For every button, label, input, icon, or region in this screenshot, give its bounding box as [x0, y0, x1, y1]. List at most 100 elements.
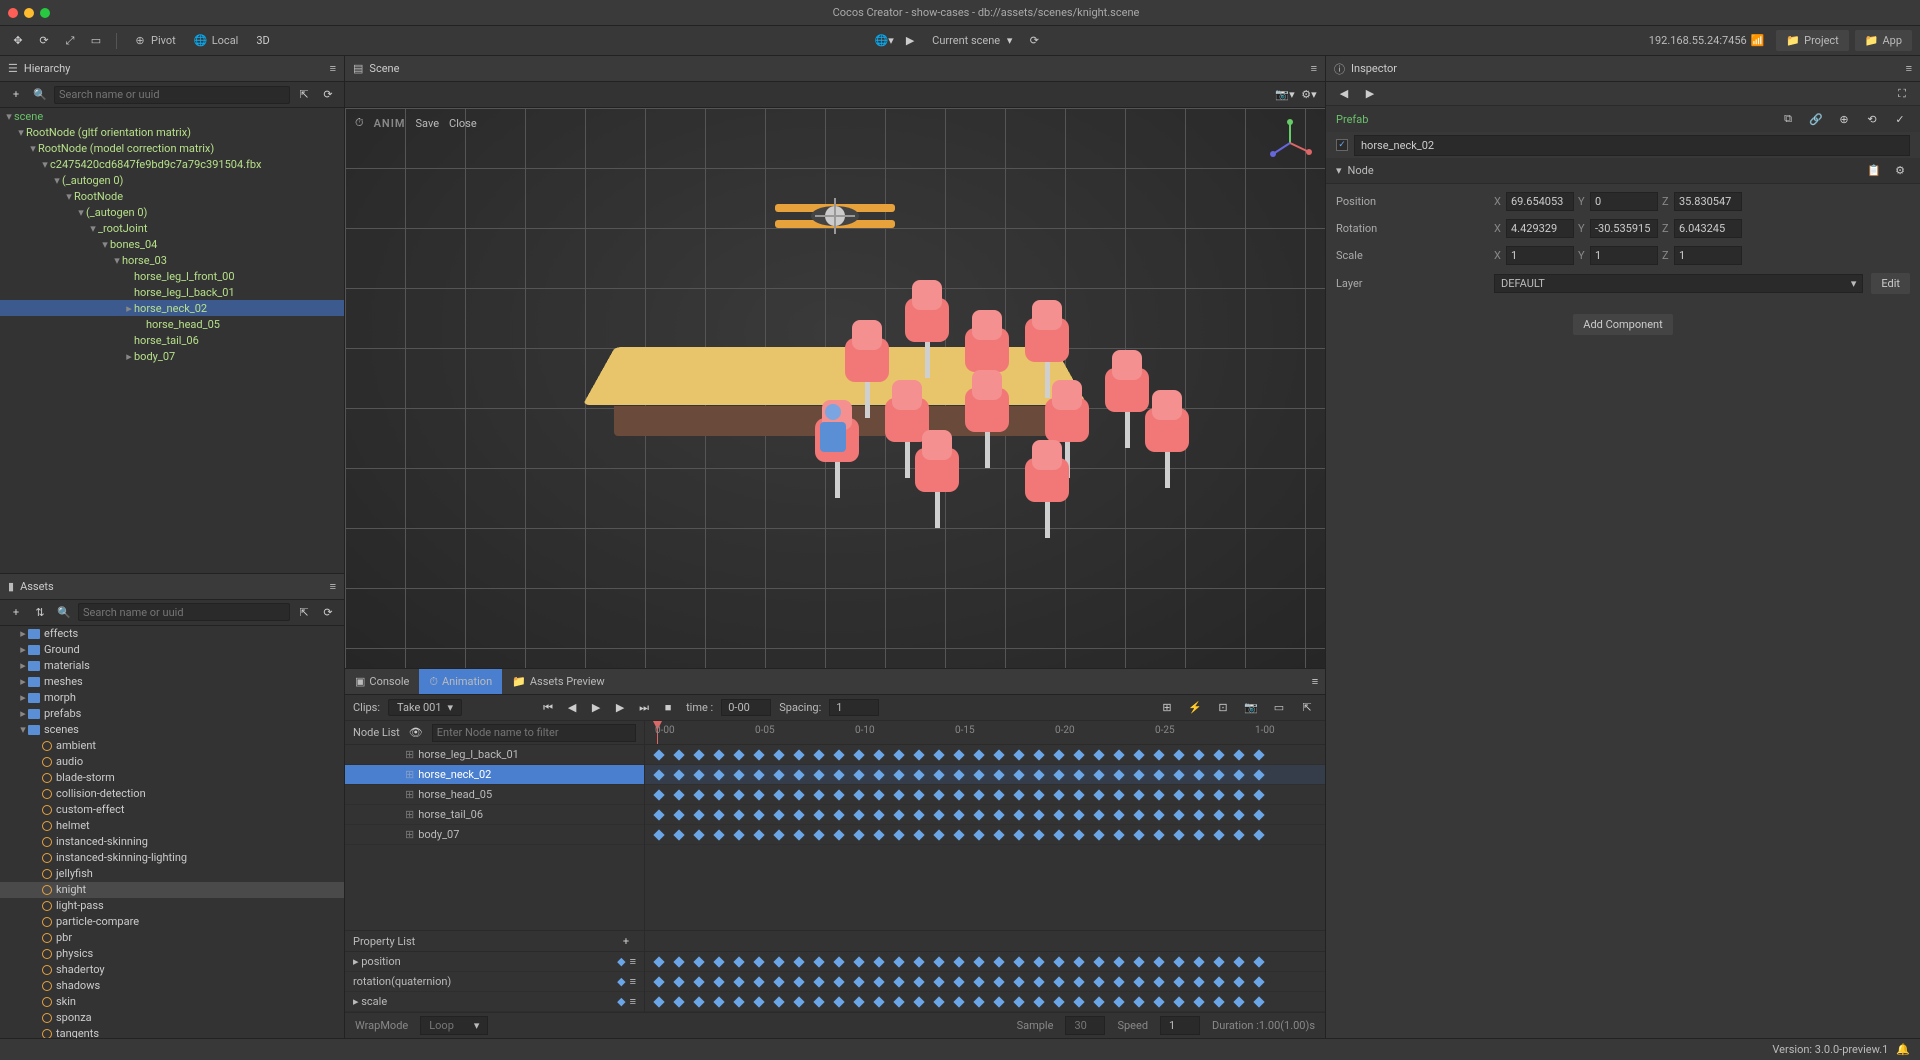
panel-menu-icon[interactable]: ≡ [1305, 672, 1325, 692]
rotation-y-input[interactable] [1590, 219, 1658, 238]
hierarchy-item[interactable]: ▾RootNode (gltf orientation matrix) [0, 124, 344, 140]
skip-start-icon[interactable]: ⏮ [538, 698, 558, 718]
asset-item[interactable]: helmet [0, 818, 344, 834]
camera-icon[interactable]: 📷 [1241, 698, 1261, 718]
refresh-icon[interactable]: ⟳ [318, 85, 338, 105]
anim-save-button[interactable]: Save [416, 117, 440, 130]
expand-icon[interactable]: ⛶ [1892, 84, 1912, 104]
panel-menu-icon[interactable]: ≡ [330, 580, 336, 593]
keyframe-area[interactable] [645, 745, 1325, 930]
scale-z-input[interactable] [1674, 246, 1742, 265]
gear-icon[interactable]: ⚙▾ [1299, 85, 1319, 105]
tab-animation[interactable]: ⏱Animation [419, 669, 502, 694]
collapse-all-icon[interactable]: ⇱ [294, 602, 314, 622]
rotation-x-input[interactable] [1506, 219, 1574, 238]
position-x-input[interactable] [1506, 192, 1574, 211]
layer-selector[interactable]: DEFAULT▾ [1494, 274, 1863, 293]
anim-prop-row[interactable]: ▸ scale◆≡ [345, 992, 644, 1012]
hierarchy-item[interactable]: ▾(_autogen 0) [0, 204, 344, 220]
asset-item[interactable]: pbr [0, 930, 344, 946]
asset-item[interactable]: collision-detection [0, 786, 344, 802]
hierarchy-item[interactable]: ▾RootNode (model correction matrix) [0, 140, 344, 156]
sort-icon[interactable]: ⇅ [30, 602, 50, 622]
search-icon[interactable]: 🔍 [54, 602, 74, 622]
gear-icon[interactable]: ⚙ [1890, 161, 1910, 181]
anim-prop-row[interactable]: rotation(quaternion)◆≡ [345, 972, 644, 992]
tab-assets-preview[interactable]: 📁Assets Preview [502, 669, 615, 694]
asset-item[interactable]: ▾scenes [0, 722, 344, 738]
preview-target-dropdown[interactable]: 🌐▾ [874, 31, 894, 51]
wrapmode-selector[interactable]: Loop▾ [420, 1016, 488, 1035]
add-component-button[interactable]: Add Component [1573, 314, 1672, 335]
refresh-icon[interactable]: ⟳ [318, 602, 338, 622]
asset-item[interactable]: blade-storm [0, 770, 344, 786]
timeline-ruler[interactable]: 0-000-050-100-150-200-251-00 [645, 721, 1325, 745]
assets-tree[interactable]: ▸effects▸Ground▸materials▸meshes▸morph▸p… [0, 626, 344, 1039]
eye-icon[interactable]: 👁 [406, 723, 426, 743]
search-icon[interactable]: 🔍 [30, 85, 50, 105]
time-input[interactable]: 0-00 [721, 699, 771, 716]
asset-item[interactable]: ▸materials [0, 658, 344, 674]
hierarchy-item[interactable]: ▾bones_04 [0, 236, 344, 252]
play-icon[interactable]: ▶ [586, 698, 606, 718]
asset-item[interactable]: ▸Ground [0, 642, 344, 658]
spacing-input[interactable]: 1 [829, 699, 879, 716]
clip-selector[interactable]: Take 001▾ [388, 699, 462, 716]
hierarchy-item[interactable]: horse_head_05 [0, 316, 344, 332]
record-icon[interactable]: ▭ [1269, 698, 1289, 718]
hierarchy-item[interactable]: ▾_rootJoint [0, 220, 344, 236]
panel-menu-icon[interactable]: ≡ [330, 62, 336, 75]
add-node-button[interactable]: + [6, 85, 26, 105]
move-tool-icon[interactable]: ✥ [8, 31, 28, 51]
skip-end-icon[interactable]: ⏭ [634, 698, 654, 718]
anim-close-button[interactable]: Close [449, 117, 477, 130]
next-frame-icon[interactable]: ▶ [610, 698, 630, 718]
edit-layers-button[interactable]: Edit [1871, 273, 1910, 294]
speed-input[interactable]: 1 [1160, 1016, 1200, 1035]
asset-item[interactable]: tangents [0, 1026, 344, 1039]
panel-menu-icon[interactable]: ≡ [1906, 62, 1912, 75]
hierarchy-item[interactable]: ▾scene [0, 108, 344, 124]
hierarchy-search-input[interactable] [54, 86, 290, 104]
asset-item[interactable]: ▸morph [0, 690, 344, 706]
grid-icon[interactable]: ⊞ [1157, 698, 1177, 718]
asset-item[interactable]: ▸meshes [0, 674, 344, 690]
view-gizmo[interactable] [1265, 118, 1315, 168]
hierarchy-tree[interactable]: ▾scene▾RootNode (gltf orientation matrix… [0, 108, 344, 573]
locate-icon[interactable]: ⊕ [1834, 109, 1854, 129]
copy-icon[interactable]: 📋 [1864, 161, 1884, 181]
asset-item[interactable]: sponza [0, 1010, 344, 1026]
asset-item[interactable]: particle-compare [0, 914, 344, 930]
prev-frame-icon[interactable]: ◀ [562, 698, 582, 718]
maximize-window-button[interactable] [40, 8, 50, 18]
asset-item[interactable]: knight [0, 882, 344, 898]
add-asset-button[interactable]: + [6, 602, 26, 622]
asset-item[interactable]: light-pass [0, 898, 344, 914]
anim-prop-row[interactable]: ▸ position◆≡ [345, 952, 644, 972]
collapse-all-icon[interactable]: ⇱ [294, 85, 314, 105]
hierarchy-item[interactable]: ▾horse_03 [0, 252, 344, 268]
hierarchy-item[interactable]: ▾RootNode [0, 188, 344, 204]
stop-icon[interactable]: ■ [658, 698, 678, 718]
local-toggle[interactable]: 🌐Local [188, 34, 245, 48]
panel-menu-icon[interactable]: ≡ [1311, 62, 1317, 75]
asset-item[interactable]: ▸prefabs [0, 706, 344, 722]
assets-search-input[interactable] [78, 603, 290, 621]
app-menu[interactable]: 📁App [1855, 30, 1912, 51]
rotate-tool-icon[interactable]: ⟳ [34, 31, 54, 51]
asset-item[interactable]: skin [0, 994, 344, 1010]
anim-node-row[interactable]: ⊞horse_neck_02 [345, 765, 644, 785]
scale-x-input[interactable] [1506, 246, 1574, 265]
asset-item[interactable]: instanced-skinning-lighting [0, 850, 344, 866]
hierarchy-item[interactable]: horse_leg_l_front_00 [0, 268, 344, 284]
asset-item[interactable]: ambient [0, 738, 344, 754]
project-menu[interactable]: 📁Project [1776, 30, 1848, 51]
asset-item[interactable]: custom-effect [0, 802, 344, 818]
hierarchy-item[interactable]: ▸body_07 [0, 348, 344, 364]
link-icon[interactable]: 🔗 [1806, 109, 1826, 129]
scale-y-input[interactable] [1590, 246, 1658, 265]
refresh-button[interactable]: ⟳ [1024, 31, 1044, 51]
hierarchy-item[interactable]: ▾(_autogen 0) [0, 172, 344, 188]
node-name-input[interactable] [1354, 135, 1910, 156]
pivot-toggle[interactable]: ⊕Pivot [127, 34, 182, 48]
